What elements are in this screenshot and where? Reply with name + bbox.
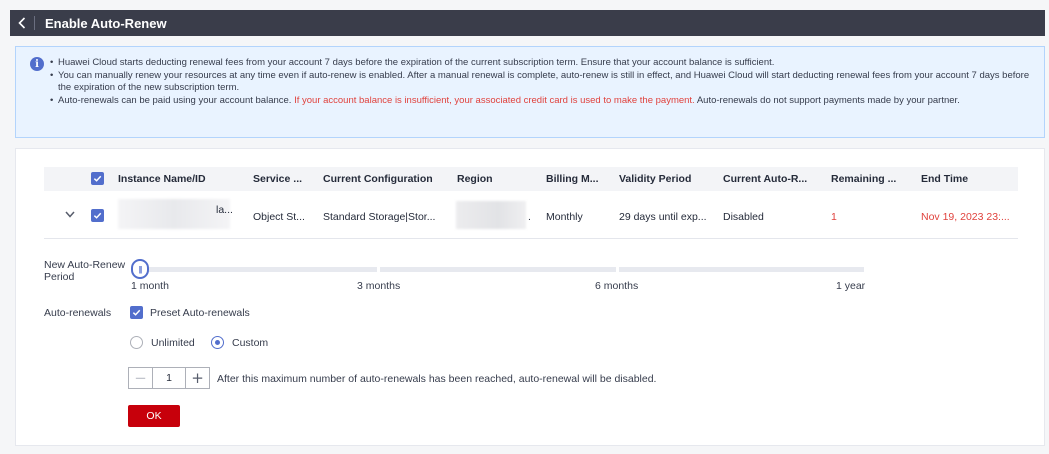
col-end-time: End Time (921, 173, 969, 185)
renew-panel: Instance Name/ID Service ... Current Con… (15, 148, 1045, 446)
col-configuration: Current Configuration (323, 173, 433, 185)
notice-list: Huawei Cloud starts deducting renewal fe… (50, 57, 1032, 129)
unlimited-label[interactable]: Unlimited (151, 337, 195, 349)
notice-text: Auto-renewals can be paid using your acc… (58, 94, 295, 106)
row-checkbox[interactable] (91, 209, 104, 222)
increment-button[interactable]: + (185, 368, 209, 388)
table-header: Instance Name/ID Service ... Current Con… (44, 167, 1018, 191)
table-row: la... Object St... Standard Storage|Stor… (44, 191, 1018, 239)
unlimited-radio[interactable] (130, 336, 143, 349)
col-auto-renew: Current Auto-R... (723, 173, 808, 185)
cell-auto-renew: Disabled (723, 211, 764, 223)
cell-service: Object St... (253, 211, 305, 223)
title-bar: Enable Auto-Renew (10, 10, 1045, 36)
back-button[interactable] (10, 10, 34, 36)
slider-segment[interactable] (619, 267, 864, 272)
notice-item: You can manually renew your resources at… (50, 70, 1032, 95)
renewal-count-value[interactable]: 1 (153, 368, 185, 388)
col-instance-name: Instance Name/ID (118, 173, 206, 185)
cell-remaining: 1 (831, 211, 837, 223)
slider-tick[interactable]: 3 months (357, 280, 400, 292)
col-remaining: Remaining ... (831, 173, 897, 185)
slider-segment[interactable] (140, 267, 377, 272)
cell-configuration: Standard Storage|Stor... (323, 211, 436, 223)
notice-text: Auto-renewals do not support payments ma… (694, 94, 960, 106)
col-validity: Validity Period (619, 173, 692, 185)
region-redacted (456, 201, 526, 229)
select-all-checkbox[interactable] (91, 172, 104, 185)
info-icon: i (30, 57, 44, 71)
custom-radio[interactable] (211, 336, 224, 349)
period-label-line: Period (44, 271, 75, 283)
period-label-line: New Auto-Renew (44, 259, 126, 271)
decrement-button[interactable]: − (129, 368, 153, 388)
validity-text: 29 days until exp... (619, 211, 707, 223)
cell-validity[interactable]: 29 days until exp... (619, 211, 707, 223)
header-divider (34, 16, 35, 30)
grip-icon: ||| (138, 264, 142, 274)
period-slider-handle[interactable]: ||| (131, 259, 149, 279)
col-billing: Billing M... (546, 173, 599, 185)
period-label: New Auto-Renew Period (44, 259, 125, 283)
notice-item: Huawei Cloud starts deducting renewal fe… (50, 57, 1032, 70)
notice-warning-text: If your account balance is insufficient,… (294, 94, 695, 106)
ok-button[interactable]: OK (128, 405, 180, 427)
slider-tick[interactable]: 1 month (131, 280, 169, 292)
cell-billing: Monthly (546, 211, 583, 223)
slider-segment[interactable] (380, 267, 616, 272)
slider-tick[interactable]: 6 months (595, 280, 638, 292)
check-icon (93, 212, 102, 219)
notice-item: Auto-renewals can be paid using your acc… (50, 95, 1032, 108)
renewal-count-stepper: − 1 + (128, 367, 210, 389)
chevron-left-icon (18, 17, 26, 29)
slider-tick[interactable]: 1 year (836, 280, 865, 292)
col-service: Service ... (253, 173, 303, 185)
check-icon (93, 175, 102, 182)
info-notice: i Huawei Cloud starts deducting renewal … (15, 46, 1045, 138)
cell-region-suffix: . (528, 211, 531, 223)
check-icon (132, 309, 141, 316)
instance-name-fragment: la... (216, 204, 233, 216)
chevron-down-icon[interactable] (65, 211, 75, 218)
auto-renewals-label: Auto-renewals (44, 307, 112, 319)
page-title: Enable Auto-Renew (45, 15, 167, 31)
preset-checkbox[interactable] (130, 306, 143, 319)
preset-label[interactable]: Preset Auto-renewals (150, 307, 250, 319)
custom-label[interactable]: Custom (232, 337, 268, 349)
col-region: Region (457, 173, 493, 185)
instance-name-redacted (118, 199, 230, 229)
renewal-limit-hint: After this maximum number of auto-renewa… (217, 373, 657, 385)
cell-end-time: Nov 19, 2023 23:... (921, 211, 1010, 223)
